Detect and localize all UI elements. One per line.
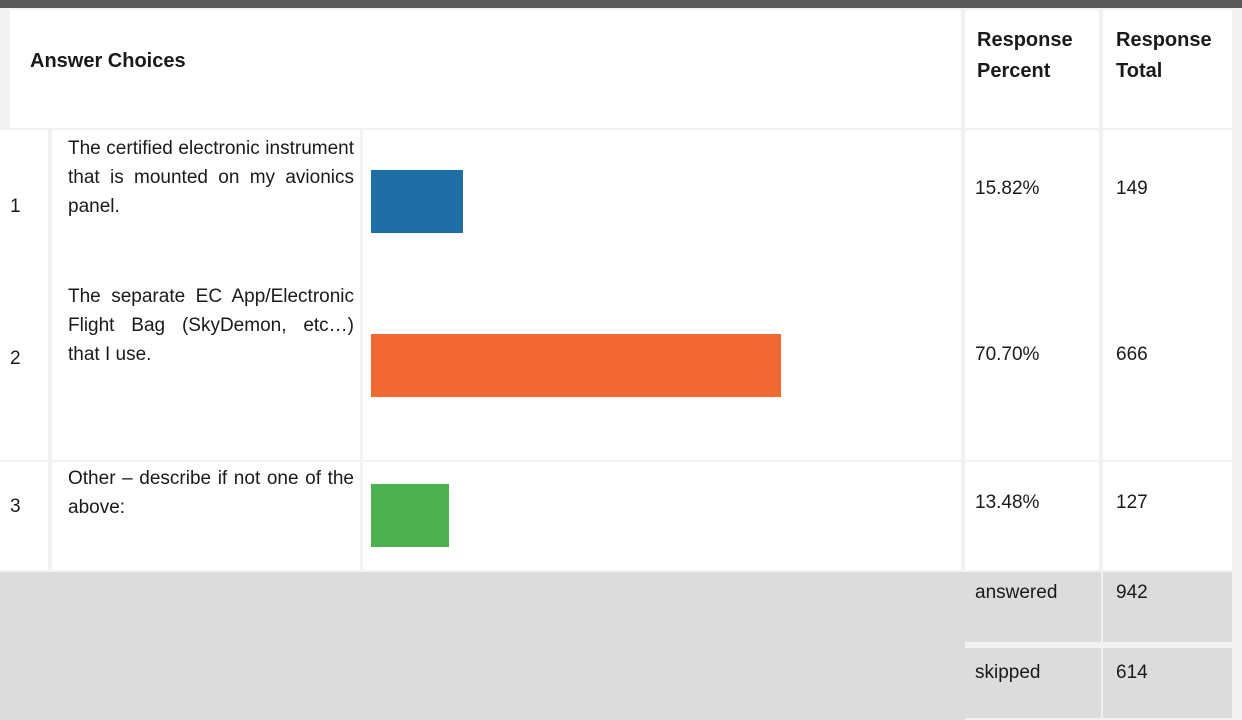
row-3-number: 3 (0, 462, 48, 570)
skipped-label-cell: skipped (965, 648, 1101, 718)
answered-label: answered (975, 582, 1058, 603)
header-answer-choices: Answer Choices (10, 10, 961, 128)
skipped-value-cell: 614 (1103, 648, 1232, 718)
row-number: 1 (10, 196, 21, 217)
choice-text: The separate EC App/Electronic Flight Ba… (68, 286, 354, 365)
survey-results-table: Answer Choices Response Percent Response… (0, 8, 1242, 720)
bar-row-2 (371, 334, 781, 397)
percent-value: 15.82% (975, 178, 1040, 199)
row-2-choice: The separate EC App/Electronic Flight Ba… (52, 270, 360, 460)
skipped-value: 614 (1116, 662, 1148, 683)
header-answer-choices-label: Answer Choices (30, 50, 186, 72)
answered-label-cell: answered (965, 572, 1101, 642)
top-border (0, 0, 1242, 8)
header-response-total-label: Response Total (1116, 29, 1212, 82)
total-value: 149 (1116, 178, 1148, 199)
row-3-total-cell: 127 (1103, 462, 1232, 570)
row-3-percent-cell: 13.48% (965, 462, 1099, 570)
row-3-choice: Other – describe if not one of the above… (52, 462, 360, 570)
skipped-label: skipped (975, 662, 1041, 683)
row-number: 3 (10, 496, 21, 517)
choice-text: The certified electronic instrument that… (68, 138, 354, 217)
total-value: 127 (1116, 492, 1148, 513)
header-response-total: Response Total (1103, 10, 1232, 128)
row-3-bar-cell (363, 462, 961, 570)
answered-value: 942 (1116, 582, 1148, 603)
percent-value: 70.70% (975, 344, 1040, 365)
row-2-number: 2 (0, 270, 48, 460)
row-2-total-cell: 666 (1103, 270, 1232, 460)
header-response-percent-label: Response Percent (977, 29, 1073, 82)
total-value: 666 (1116, 344, 1148, 365)
row-2-bar-cell (363, 270, 961, 460)
row-2-percent-cell: 70.70% (965, 270, 1099, 460)
answered-value-cell: 942 (1103, 572, 1232, 642)
header-response-percent: Response Percent (965, 10, 1099, 128)
bar-row-1 (371, 170, 463, 233)
bar-row-3 (371, 484, 449, 547)
percent-value: 13.48% (975, 492, 1040, 513)
summary-blank (0, 572, 965, 720)
choice-text: Other – describe if not one of the above… (68, 468, 354, 518)
row-number: 2 (10, 348, 21, 369)
